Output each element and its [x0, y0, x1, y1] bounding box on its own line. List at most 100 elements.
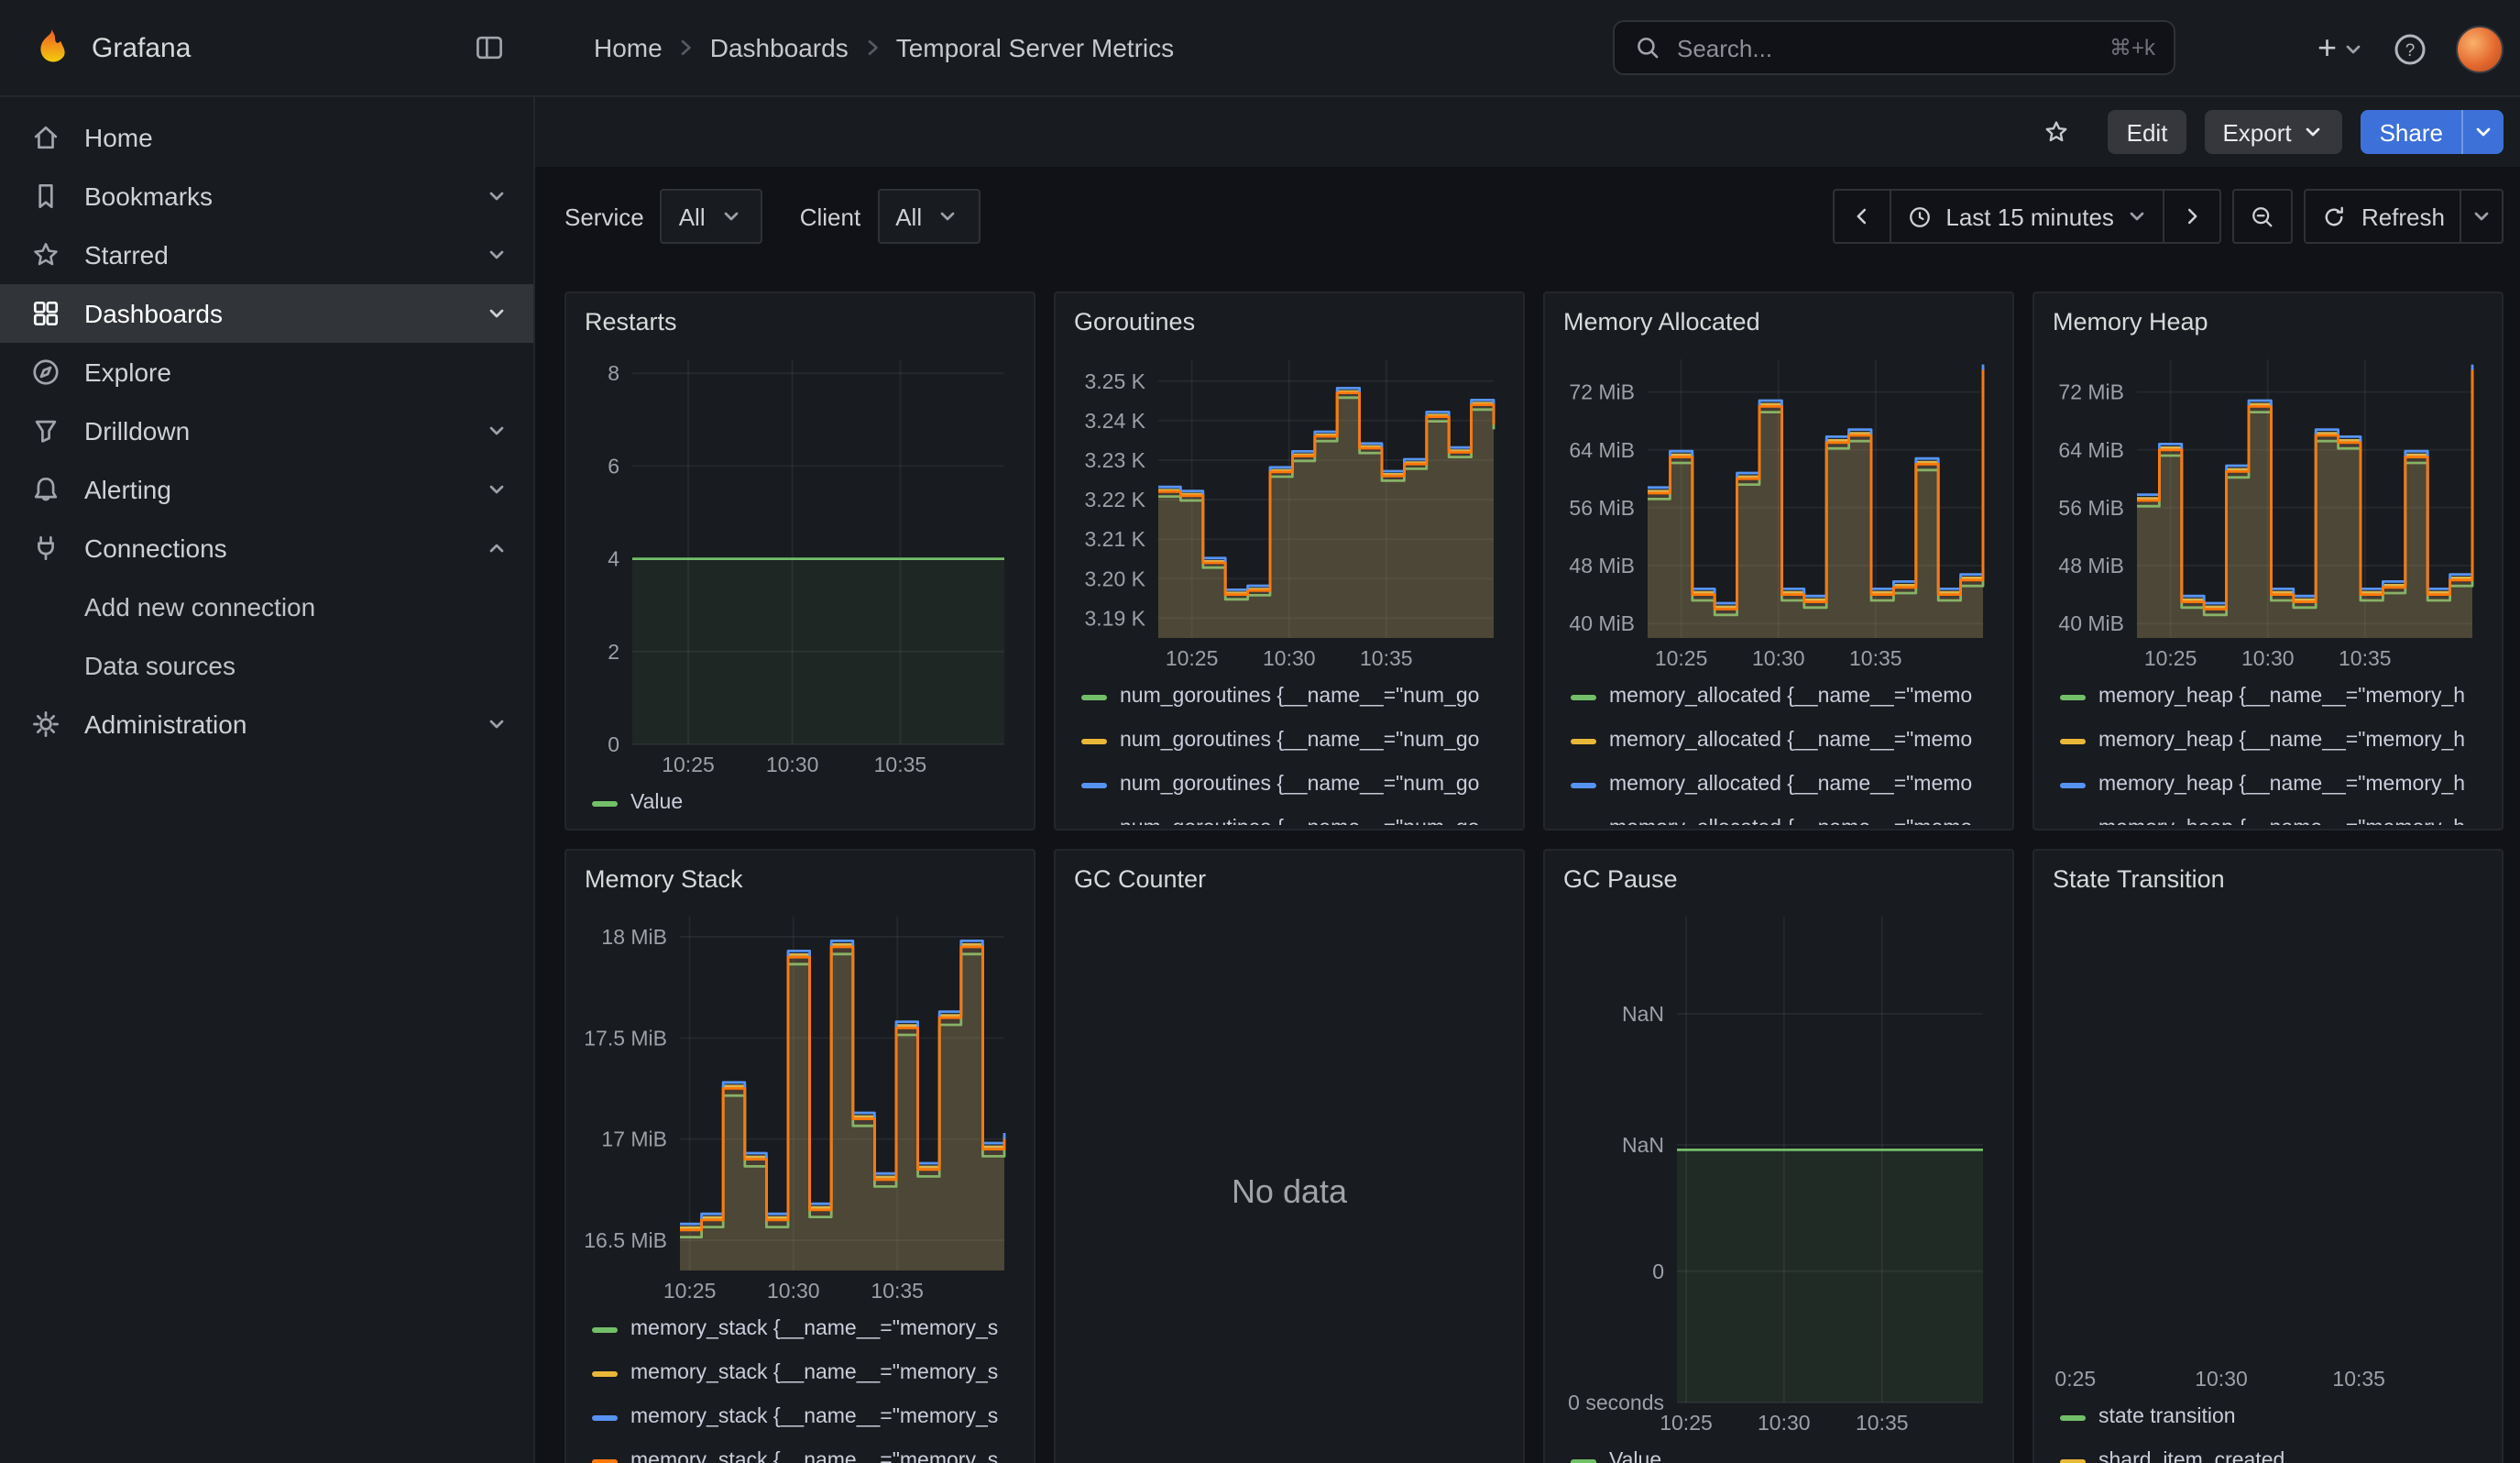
svg-text:64 MiB: 64 MiB	[1569, 438, 1635, 462]
help-icon[interactable]: ?	[2392, 30, 2428, 67]
sidebar-item-alerting[interactable]: Alerting	[0, 460, 533, 519]
sidebar-item-label: Alerting	[84, 475, 464, 504]
sidebar-item-data-sources[interactable]: Data sources	[0, 636, 533, 695]
panel-title[interactable]: Memory Allocated	[1563, 304, 1994, 345]
legend-item[interactable]: num_goroutines {__name__="num_go	[1074, 807, 1505, 825]
chart-memory-heap[interactable]: 72 MiB64 MiB56 MiB48 MiB40 MiB10:2510:30…	[2053, 345, 2483, 675]
panel-title[interactable]: Goroutines	[1074, 304, 1505, 345]
legend-label: memory_stack {__name__="memory_s	[630, 1318, 998, 1340]
chart-gc-pause[interactable]: NaNNaN00 seconds10:2510:3010:35	[1563, 902, 1994, 1439]
legend-item[interactable]: memory_allocated {__name__="memo	[1563, 763, 1994, 807]
star-icon	[29, 238, 62, 271]
favorite-star-icon[interactable]	[2043, 117, 2072, 147]
export-button[interactable]: Export	[2204, 110, 2342, 154]
legend-item[interactable]: memory_allocated {__name__="memo	[1563, 675, 1994, 719]
sidebar-item-label: Drilldown	[84, 416, 464, 446]
breadcrumb-dashboards[interactable]: Dashboards	[710, 33, 849, 62]
variable-filters: Service All Client All	[564, 189, 980, 244]
panel-title[interactable]: State Transition	[2053, 862, 2483, 902]
sidebar-item-starred[interactable]: Starred	[0, 226, 533, 284]
legend-color-dash	[2060, 1458, 2086, 1463]
svg-text:4: 4	[608, 547, 619, 571]
time-shift-forward-button[interactable]	[2164, 189, 2222, 244]
sidebar-item-home[interactable]: Home	[0, 108, 533, 167]
sidebar-item-administration[interactable]: Administration	[0, 695, 533, 754]
sidebar-item-bookmarks[interactable]: Bookmarks	[0, 167, 533, 226]
legend-item[interactable]: memory_stack {__name__="memory_s	[585, 1307, 1015, 1351]
svg-text:10:25: 10:25	[1660, 1411, 1713, 1435]
chart-restarts[interactable]: 8642010:2510:3010:35	[585, 345, 1015, 781]
grafana-logo-icon[interactable]	[29, 26, 73, 70]
chevron-down-icon[interactable]	[486, 185, 508, 207]
panel-title[interactable]: Memory Stack	[585, 862, 1015, 902]
sidebar: Home Bookmarks Starred Dashboards Explor…	[0, 97, 535, 1463]
legend-item[interactable]: state transition	[2053, 1395, 2483, 1439]
panel-title[interactable]: Memory Heap	[2053, 304, 2483, 345]
svg-text:48 MiB: 48 MiB	[1569, 554, 1635, 578]
legend-item[interactable]: memory_heap {__name__="memory_h	[2053, 763, 2483, 807]
time-shift-back-button[interactable]	[1832, 189, 1890, 244]
share-dropdown-caret[interactable]	[2461, 110, 2504, 154]
chevron-down-icon[interactable]	[486, 302, 508, 324]
legend-item[interactable]: memory_heap {__name__="memory_h	[2053, 719, 2483, 763]
sidebar-item-dashboards[interactable]: Dashboards	[0, 284, 533, 343]
chevron-down-icon[interactable]	[486, 420, 508, 442]
time-controls: Last 15 minutes Refresh	[1832, 189, 2504, 244]
legend-item[interactable]: memory_stack {__name__="memory_s	[585, 1351, 1015, 1395]
client-select[interactable]: All	[877, 189, 980, 244]
legend-item[interactable]: memory_allocated {__name__="memo	[1563, 807, 1994, 825]
sidebar-item-connections[interactable]: Connections	[0, 519, 533, 578]
legend-label: memory_allocated {__name__="memo	[1609, 774, 1972, 796]
chart-goroutines[interactable]: 3.25 K3.24 K3.23 K3.22 K3.21 K3.20 K3.19…	[1074, 345, 1505, 675]
service-select[interactable]: All	[661, 189, 763, 244]
refresh-interval-caret[interactable]	[2460, 189, 2504, 244]
dashboard-toolbar: Edit Export Share	[535, 97, 2520, 167]
chart-state-transition[interactable]: 0:2510:3010:35	[2053, 902, 2483, 1395]
svg-text:10:30: 10:30	[766, 753, 819, 776]
time-range-picker[interactable]: Last 15 minutes	[1889, 189, 2165, 244]
legend-item[interactable]: memory_heap {__name__="memory_h	[2053, 675, 2483, 719]
sidebar-item-explore[interactable]: Explore	[0, 343, 533, 402]
breadcrumb-home[interactable]: Home	[594, 33, 663, 62]
sidebar-toggle-icon[interactable]	[473, 31, 506, 64]
chevron-down-icon[interactable]	[486, 478, 508, 500]
legend: Value	[1563, 1439, 1994, 1463]
svg-text:3.23 K: 3.23 K	[1085, 448, 1146, 472]
brand-title: Grafana	[92, 32, 455, 63]
svg-text:3.25 K: 3.25 K	[1085, 369, 1146, 393]
panel-title[interactable]: Restarts	[585, 304, 1015, 345]
new-button[interactable]: +	[2317, 29, 2364, 68]
filter-service: Service All	[564, 189, 763, 244]
legend-color-dash	[592, 1458, 618, 1463]
legend-color-dash	[2060, 782, 2086, 787]
chart-memory-allocated[interactable]: 72 MiB64 MiB56 MiB48 MiB40 MiB10:2510:30…	[1563, 345, 1994, 675]
legend-item[interactable]: num_goroutines {__name__="num_go	[1074, 763, 1505, 807]
svg-text:10:35: 10:35	[1856, 1411, 1909, 1435]
sidebar-item-add-new-connection[interactable]: Add new connection	[0, 578, 533, 636]
chart-memory-stack[interactable]: 18 MiB17.5 MiB17 MiB16.5 MiB10:2510:3010…	[585, 902, 1015, 1307]
edit-button[interactable]: Edit	[2109, 110, 2186, 154]
legend-item[interactable]: Value	[585, 781, 1015, 825]
legend-item[interactable]: num_goroutines {__name__="num_go	[1074, 675, 1505, 719]
share-button[interactable]: Share	[2361, 110, 2504, 154]
search-input[interactable]: Search... ⌘+k	[1613, 20, 2175, 75]
chevron-down-icon[interactable]	[486, 244, 508, 266]
legend-item[interactable]: memory_stack {__name__="memory_s	[585, 1439, 1015, 1463]
user-avatar[interactable]	[2456, 25, 2504, 72]
legend-item[interactable]: memory_allocated {__name__="memo	[1563, 719, 1994, 763]
share-button-label[interactable]: Share	[2361, 110, 2461, 154]
chevron-down-icon[interactable]	[486, 713, 508, 735]
legend-item[interactable]: shard_item_created	[2053, 1439, 2483, 1463]
legend-item[interactable]: memory_heap {__name__="memory_h	[2053, 807, 2483, 825]
panel-title[interactable]: GC Counter	[1074, 862, 1505, 902]
sidebar-item-drilldown[interactable]: Drilldown	[0, 402, 533, 460]
legend-item[interactable]: memory_stack {__name__="memory_s	[585, 1395, 1015, 1439]
panel-title[interactable]: GC Pause	[1563, 862, 1994, 902]
chevron-up-icon[interactable]	[486, 537, 508, 559]
grafana-app: Grafana Home Dashboards Temporal Server …	[0, 0, 2520, 1463]
refresh-button[interactable]: Refresh	[2305, 189, 2461, 244]
filter-label: Service	[564, 203, 644, 230]
legend-item[interactable]: Value	[1563, 1439, 1994, 1463]
zoom-out-button[interactable]	[2233, 189, 2294, 244]
legend-item[interactable]: num_goroutines {__name__="num_go	[1074, 719, 1505, 763]
